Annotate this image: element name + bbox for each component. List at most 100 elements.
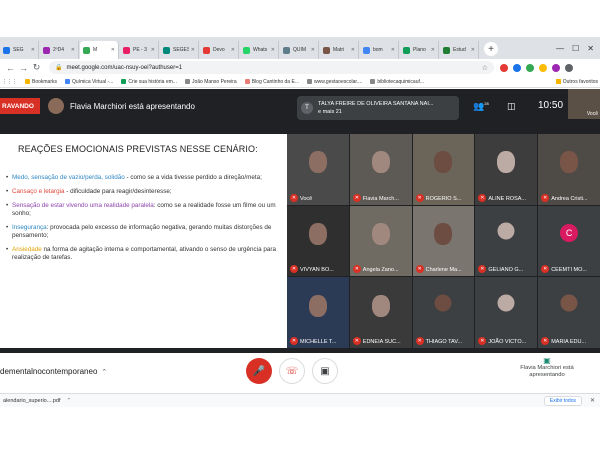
browser-tab[interactable]: 2ºD4 ✕ xyxy=(40,41,79,59)
tab-close-icon[interactable]: ✕ xyxy=(109,47,115,53)
extension-icon[interactable] xyxy=(500,63,508,72)
participant-tile[interactable]: C ✕ CEEMTI MO... xyxy=(538,205,600,277)
participant-tile[interactable]: ✕ VIVYAN BO... xyxy=(287,205,349,277)
browser-tab[interactable]: QUÍM ✕ xyxy=(280,41,319,59)
browser-tab[interactable]: SEG ✕ xyxy=(0,41,39,59)
participant-tile[interactable]: ✕ ROGERIO S... xyxy=(412,134,475,205)
back-icon[interactable]: ← xyxy=(4,63,17,73)
other-bookmarks[interactable]: Outros favoritos xyxy=(555,79,598,85)
tab-close-icon[interactable]: ✕ xyxy=(189,47,195,53)
download-item[interactable]: alendario_superio....pdf ⌃ xyxy=(3,398,71,404)
mic-off-button[interactable]: 🎤 xyxy=(246,358,272,384)
minimize-button[interactable]: — xyxy=(556,44,564,53)
participant-tile[interactable]: ✕ Angela Zano... xyxy=(349,205,412,277)
bookmark-label: Química Virtual -... xyxy=(72,78,114,85)
participant-tile[interactable]: ✕ THIAGO TAV... xyxy=(412,277,475,348)
tab-close-icon[interactable]: ✕ xyxy=(389,47,395,53)
participant-tile[interactable]: ✕ GELIANO G... xyxy=(475,205,538,277)
participant-tile[interactable]: ✕ ALINE ROSA... xyxy=(475,134,538,205)
tab-close-icon[interactable]: ✕ xyxy=(149,47,155,53)
browser-tab[interactable]: Whats ✕ xyxy=(240,41,279,59)
browser-tab[interactable]: bom ✕ xyxy=(360,41,399,59)
hang-up-button[interactable]: ☏ xyxy=(279,358,305,384)
slide-title: REAÇÕES EMOCIONAIS PREVISTAS NESSE CENÁR… xyxy=(18,144,258,154)
chevron-up-icon: ⌃ xyxy=(66,397,72,404)
participant-tile[interactable]: ✕ Charlene Ma... xyxy=(412,205,475,277)
mic-muted-icon: ✕ xyxy=(478,336,487,345)
extension-icon[interactable] xyxy=(539,63,547,72)
tab-strip: SEG ✕ 2ºD4 ✕ M ✕ PE - 3 ✕ SEGES ✕ Devo ✕ Whats ✕ QUÍM ✕… xyxy=(0,37,600,59)
meeting-clock: 10:50 xyxy=(538,100,564,111)
tab-close-icon[interactable]: ✕ xyxy=(469,47,475,53)
participant-photo-avatar xyxy=(434,294,452,312)
browser-tab[interactable]: Estud ✕ xyxy=(440,41,479,59)
people-count: 28 xyxy=(484,101,489,106)
participant-tile[interactable]: ✕ Andrea Cristi... xyxy=(538,134,600,205)
people-icon: 👥 xyxy=(473,101,485,111)
self-label: Você xyxy=(586,111,598,117)
list-item: • Insegurança: provocada pelo excesso de … xyxy=(6,224,282,240)
bookmark-icon xyxy=(25,79,30,84)
participant-video xyxy=(560,151,579,174)
show-all-button[interactable]: Exibir todos xyxy=(543,395,582,406)
mic-muted-icon: ✕ xyxy=(290,265,298,274)
bookmark-item[interactable]: www.gestaoescolar.... xyxy=(306,78,363,85)
bookmark-star-icon[interactable]: ☆ xyxy=(482,64,488,72)
apps-icon[interactable]: ⋮⋮⋮ xyxy=(2,79,17,85)
tab-close-icon[interactable]: ✕ xyxy=(69,47,75,53)
extension-icon[interactable] xyxy=(552,63,560,72)
browser-tab[interactable]: PE - 3 ✕ xyxy=(120,41,159,59)
participant-tile[interactable]: ✕ MICHELLE T... xyxy=(287,277,349,348)
new-tab-button[interactable]: + xyxy=(484,42,498,56)
bookmark-icon xyxy=(244,79,250,84)
participant-tile[interactable]: ✕ EDNEIA SUC... xyxy=(349,277,412,348)
tab-close-icon[interactable]: ✕ xyxy=(309,47,315,53)
presenting-indicator[interactable]: ▣ Flavia Marchiori está apresentando xyxy=(508,357,586,379)
bookmark-item[interactable]: bibliotecaquimicauf... xyxy=(370,79,424,85)
extension-icon[interactable] xyxy=(526,63,534,72)
tab-close-icon[interactable]: ✕ xyxy=(269,47,275,53)
browser-tab[interactable]: Plano ✕ xyxy=(400,41,439,59)
reload-icon[interactable]: ↻ xyxy=(30,62,43,73)
bookmark-item[interactable]: Bookmarks xyxy=(25,79,57,85)
bookmark-item[interactable]: João Manso Pereira xyxy=(184,79,237,85)
address-bar[interactable]: 🔒 meet.google.com/uac-nsuy-oei?authuser=… xyxy=(49,61,494,74)
participant-tile[interactable]: ✕ JOÃO VICTO... xyxy=(475,277,538,348)
people-button[interactable]: 👥28 xyxy=(473,101,489,112)
browser-tab[interactable]: Matri ✕ xyxy=(320,41,359,59)
camera-button[interactable]: ▣ xyxy=(312,358,338,384)
tab-close-icon[interactable]: ✕ xyxy=(229,47,235,53)
meeting-details[interactable]: dementalnocontemporaneo ⌃ xyxy=(0,367,107,376)
participant-name: ALINE ROSA... xyxy=(488,195,526,202)
maximize-button[interactable]: ☐ xyxy=(572,44,579,53)
participant-tile[interactable]: ✕ Você xyxy=(287,134,349,205)
participant-tile[interactable]: ✕ MARIA EDU... xyxy=(538,277,600,348)
chat-icon[interactable]: ◫ xyxy=(507,101,516,112)
list-item-text: - como se a vida tivesse perdido a direç… xyxy=(124,174,262,181)
bookmark-label: www.gestaoescolar.... xyxy=(313,78,363,85)
tab-close-icon[interactable]: ✕ xyxy=(29,47,35,53)
tab-close-icon[interactable]: ✕ xyxy=(429,47,435,53)
mic-off-icon: 🎤 xyxy=(252,365,266,377)
tab-favicon xyxy=(83,46,90,54)
browser-tab[interactable]: M ✕ xyxy=(80,41,119,59)
participant-tile[interactable]: ✕ Flavia March... xyxy=(349,134,412,205)
forward-icon[interactable]: → xyxy=(17,63,30,73)
bookmark-item[interactable]: Química Virtual -... xyxy=(65,79,113,85)
tab-close-icon[interactable]: ✕ xyxy=(349,47,355,53)
browser-tab[interactable]: Devo ✕ xyxy=(200,41,239,59)
close-icon[interactable]: ✕ xyxy=(590,397,595,404)
bookmark-item[interactable]: Blog Cantinho da E... xyxy=(244,79,299,85)
bookmark-item[interactable]: Crie sua história em... xyxy=(121,79,177,85)
participant-photo-avatar xyxy=(560,294,578,312)
extension-icon[interactable] xyxy=(513,63,521,72)
profile-avatar[interactable] xyxy=(565,63,573,72)
close-window-button[interactable]: ✕ xyxy=(587,44,594,53)
slide-list: • Medo, sensação de vazio/perda, solidão … xyxy=(6,174,282,268)
url-text: meet.google.com/uac-nsuy-oei?authuser=1 xyxy=(66,64,183,71)
list-item-key: Medo, sensação de vazio/perda, solidão xyxy=(12,174,125,181)
browser-tab[interactable]: SEGES ✕ xyxy=(160,41,199,59)
window-controls: — ☐ ✕ xyxy=(550,44,600,59)
pinned-participant[interactable]: T TALYA FREIRE DE OLIVEIRA SANTANA NAI..… xyxy=(297,96,459,120)
mic-muted-icon: ✕ xyxy=(352,193,361,202)
